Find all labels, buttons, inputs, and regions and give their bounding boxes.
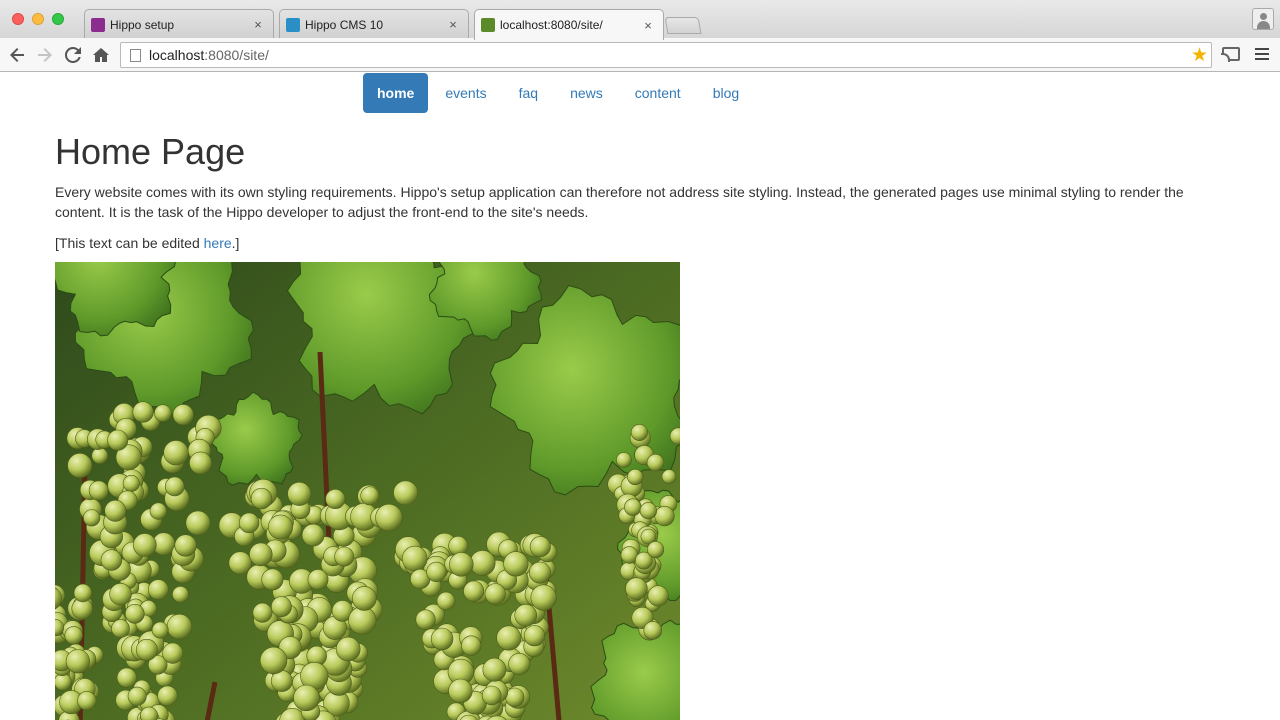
- nav-item-events[interactable]: events: [430, 73, 501, 113]
- window-minimize-button[interactable]: [32, 13, 44, 25]
- new-tab-button[interactable]: [664, 17, 702, 34]
- nav-item-faq[interactable]: faq: [504, 73, 553, 113]
- nav-item-blog[interactable]: blog: [698, 73, 754, 113]
- tab-close-icon[interactable]: ×: [641, 18, 655, 33]
- grapes-vineyard-image: [55, 262, 680, 720]
- site-navigation: home events faq news content blog: [363, 73, 756, 113]
- edit-here-link[interactable]: here: [204, 235, 232, 251]
- cast-icon[interactable]: [1221, 47, 1240, 62]
- page-title: Home Page: [55, 131, 246, 172]
- window-close-button[interactable]: [12, 13, 24, 25]
- star-icon[interactable]: ★: [1191, 44, 1208, 67]
- back-arrow-icon[interactable]: [5, 43, 29, 67]
- nav-item-news[interactable]: news: [555, 73, 618, 113]
- browser-tab-strip: Hippo setup × Hippo CMS 10 × localhost:8…: [0, 0, 1280, 40]
- edit-note: [This text can be edited here.]: [55, 233, 239, 253]
- browser-tab-hippo-setup[interactable]: Hippo setup ×: [84, 9, 274, 39]
- nav-item-home[interactable]: home: [363, 73, 429, 113]
- intro-paragraph: Every website comes with its own styling…: [55, 184, 1184, 220]
- hamburger-menu-icon[interactable]: [1255, 48, 1269, 62]
- browser-tab-hippo-cms[interactable]: Hippo CMS 10 ×: [279, 9, 469, 39]
- page-icon: [130, 48, 141, 62]
- nav-item-content[interactable]: content: [620, 73, 696, 113]
- address-host: localhost: [149, 47, 205, 63]
- window-maximize-button[interactable]: [52, 13, 64, 25]
- tab-close-icon[interactable]: ×: [251, 17, 265, 32]
- address-bar[interactable]: localhost:8080/site/ ★: [120, 42, 1212, 68]
- tab-title: Hippo CMS 10: [305, 17, 384, 32]
- home-icon[interactable]: [89, 43, 113, 67]
- profile-icon[interactable]: [1252, 8, 1274, 30]
- hippo-cms-favicon-icon: [286, 17, 300, 32]
- browser-tab-localhost-site[interactable]: localhost:8080/site/ ×: [474, 9, 664, 40]
- forward-arrow-icon[interactable]: [33, 43, 57, 67]
- hippo-favicon-icon: [91, 17, 105, 32]
- tab-close-icon[interactable]: ×: [446, 17, 460, 32]
- address-path: :8080/site/: [204, 47, 269, 63]
- edit-note-prefix: [This text can be edited: [55, 235, 204, 251]
- tab-title: Hippo setup: [110, 17, 175, 32]
- edit-note-suffix: .]: [231, 235, 240, 251]
- browser-toolbar: localhost:8080/site/ ★: [0, 38, 1280, 72]
- tab-title: localhost:8080/site/: [500, 18, 603, 32]
- reload-icon[interactable]: [61, 43, 85, 67]
- page-viewport: home events faq news content blog Home P…: [0, 73, 1280, 720]
- site-favicon-icon: [481, 18, 495, 32]
